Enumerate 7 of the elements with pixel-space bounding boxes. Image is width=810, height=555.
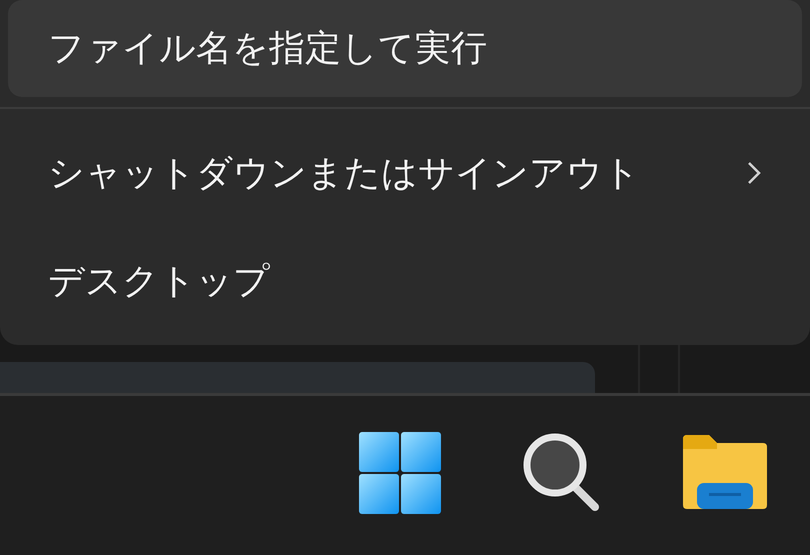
chevron-right-icon	[746, 160, 762, 186]
windows-logo-icon	[359, 432, 441, 514]
menu-item[interactable]: デスクトップ	[8, 229, 802, 333]
menu-item[interactable]: ファイル名を指定して実行	[8, 0, 802, 97]
search-icon	[523, 432, 601, 512]
menu-item[interactable]: シャットダウンまたはサインアウト	[8, 121, 802, 225]
folder-icon	[681, 434, 767, 510]
